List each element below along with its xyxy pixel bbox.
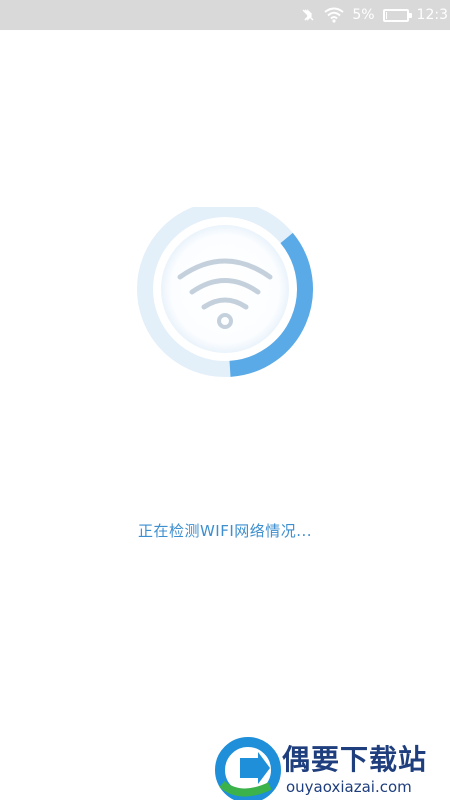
ring-inner-disc <box>161 225 289 353</box>
watermark-title: 偶要下载站 <box>282 743 428 776</box>
watermark-logo-icon <box>215 737 281 800</box>
battery-percent: 5% <box>352 7 375 23</box>
wifi-icon <box>324 7 344 23</box>
status-time: 12:3 <box>416 7 448 23</box>
status-text: 正在检测WIFI网络情况... <box>137 522 313 540</box>
battery-icon <box>382 8 412 22</box>
watermark: 偶要下载站 ouyaoxiazai.com <box>210 734 450 800</box>
wifi-scan-progress-ring <box>137 207 313 377</box>
nfc-off-icon <box>300 7 316 23</box>
status-bar: 5% 12:3 <box>0 0 450 30</box>
watermark-url: ouyaoxiazai.com <box>286 778 412 796</box>
